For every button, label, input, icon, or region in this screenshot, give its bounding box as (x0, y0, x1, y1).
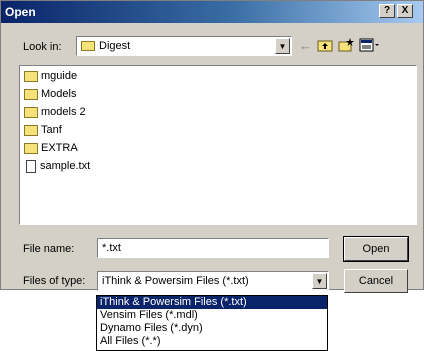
file-name-value: *.txt (102, 242, 121, 254)
list-item[interactable]: models 2 (24, 104, 86, 120)
files-of-type-dropdown[interactable]: iThink & Powersim Files (*.txt) Vensim F… (96, 295, 328, 351)
look-in-value: Digest (99, 40, 131, 52)
list-item[interactable]: EXTRA (24, 140, 78, 156)
file-list[interactable]: mguide Models models 2 Tanf EXTRA sample… (19, 65, 417, 225)
folder-icon (24, 142, 38, 154)
up-folder-icon[interactable] (317, 38, 333, 54)
title-bar[interactable]: Open ? X (1, 1, 423, 23)
view-menu-icon[interactable] (359, 38, 381, 54)
file-name-label: File name: (23, 243, 75, 255)
files-of-type-select[interactable]: iThink & Powersim Files (*.txt) ▼ (97, 271, 329, 291)
chevron-down-icon[interactable]: ▼ (312, 273, 327, 289)
look-in-combo[interactable]: Digest ▼ (76, 36, 292, 56)
list-item-label: models 2 (41, 106, 86, 118)
list-item-label: mguide (41, 70, 78, 82)
folder-icon (24, 88, 38, 100)
list-item-label: EXTRA (41, 142, 78, 154)
list-item[interactable]: mguide (24, 68, 77, 84)
help-button[interactable]: ? (379, 4, 395, 18)
file-name-field[interactable]: *.txt (97, 238, 329, 258)
open-button[interactable]: Open (343, 236, 409, 262)
open-dialog: Open ? X Look in: Digest ▼ ← mguide Mode… (0, 0, 424, 293)
list-item[interactable]: sample.txt (24, 158, 90, 174)
files-of-type-label: Files of type: (23, 275, 86, 287)
list-item-label: Models (41, 88, 77, 100)
text-file-icon (26, 159, 36, 173)
back-icon[interactable]: ← (299, 38, 312, 54)
dropdown-option[interactable]: Vensim Files (*.mdl) (97, 309, 327, 322)
cancel-button[interactable]: Cancel (344, 269, 408, 293)
dropdown-option[interactable]: Dynamo Files (*.dyn) (97, 322, 327, 335)
list-item-label: Tanf (41, 124, 62, 136)
list-item[interactable]: Tanf (24, 122, 62, 138)
list-item[interactable]: Models (24, 86, 76, 102)
folder-icon (24, 124, 38, 136)
files-of-type-value: iThink & Powersim Files (*.txt) (102, 275, 249, 287)
look-in-label: Look in: (23, 41, 62, 53)
window-title: Open (5, 5, 36, 19)
folder-icon (24, 106, 38, 118)
new-folder-icon[interactable] (338, 38, 354, 54)
dropdown-option[interactable]: All Files (*.*) (97, 335, 327, 348)
list-item-label: sample.txt (40, 160, 91, 172)
close-button[interactable]: X (397, 4, 413, 18)
folder-icon (24, 70, 38, 82)
dropdown-option[interactable]: iThink & Powersim Files (*.txt) (97, 296, 327, 309)
folder-icon (81, 41, 95, 51)
chevron-down-icon[interactable]: ▼ (275, 38, 290, 54)
